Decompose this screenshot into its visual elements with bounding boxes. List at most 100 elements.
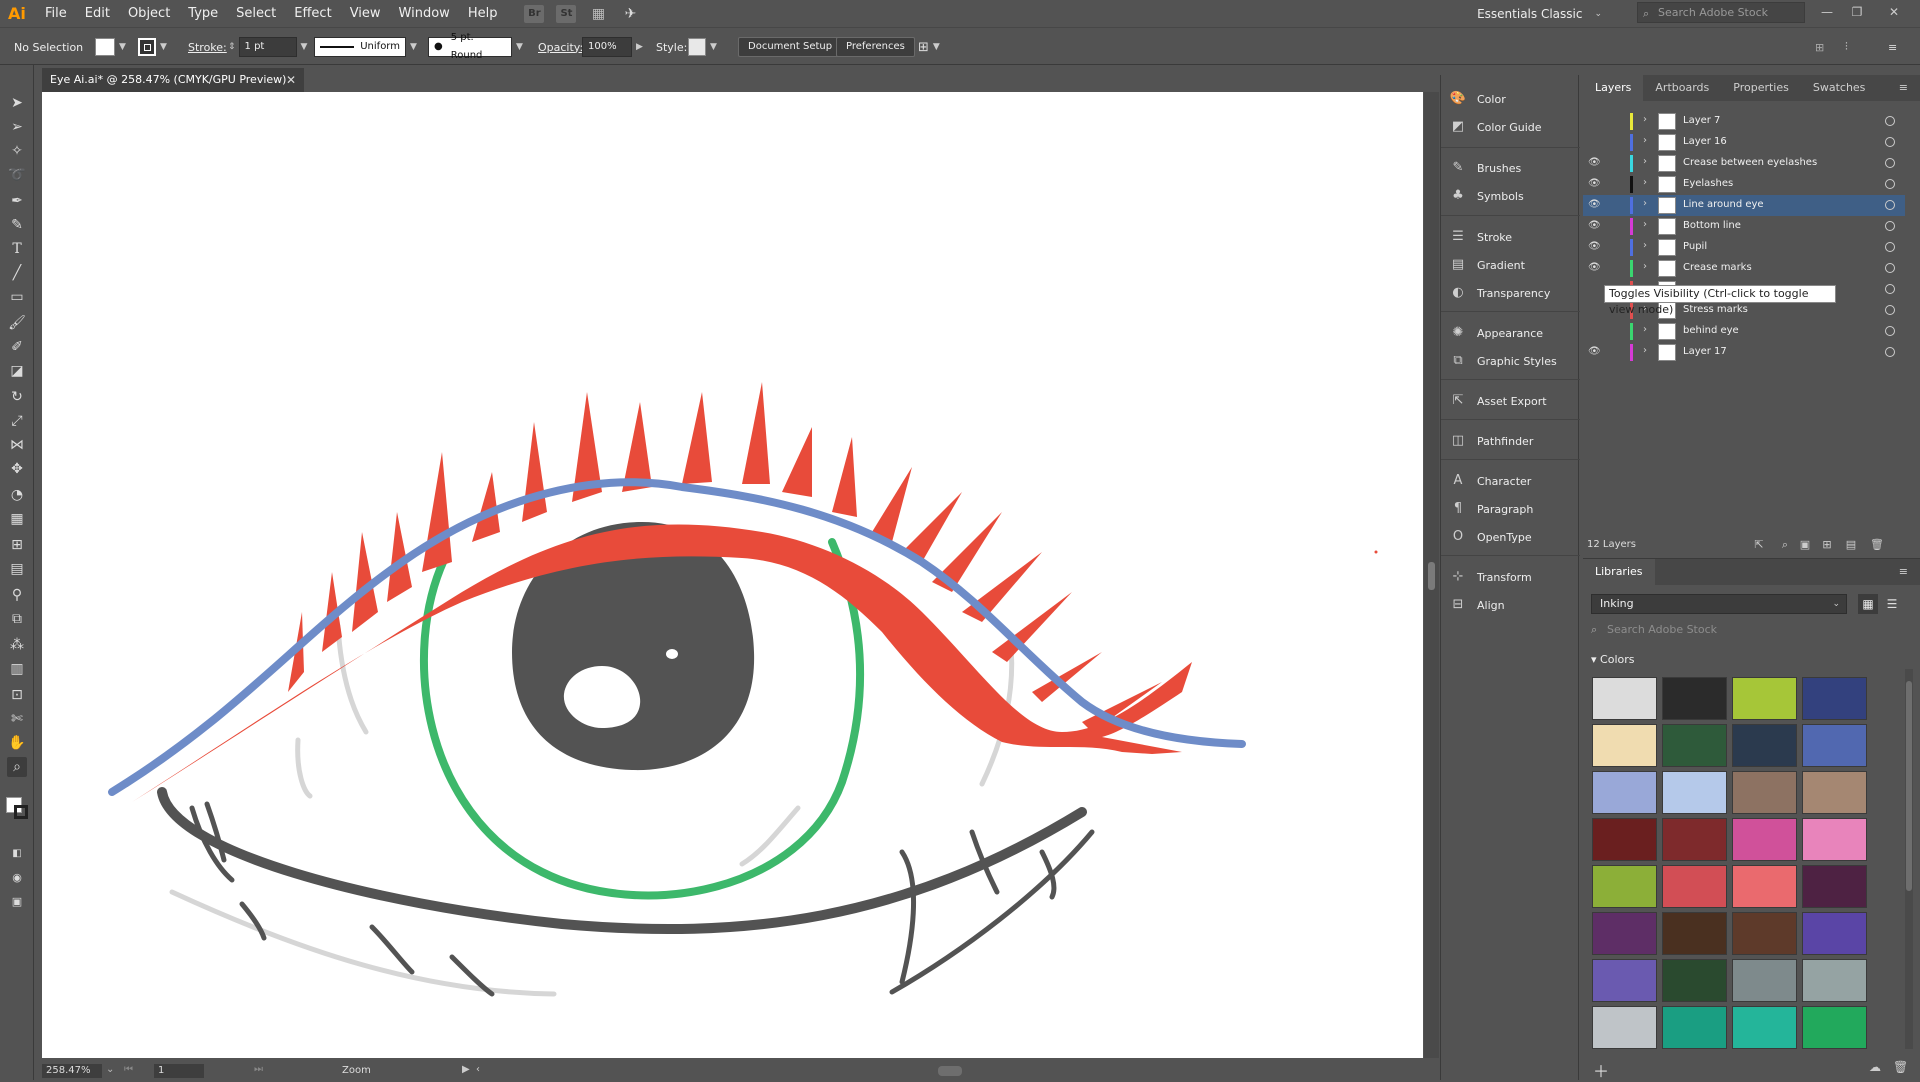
color-swatch[interactable]: [1662, 912, 1727, 955]
chevron-down-icon[interactable]: ⌄: [106, 1064, 114, 1075]
dock-asset-export[interactable]: ⇱ Asset Export: [1449, 389, 1574, 413]
menu-type[interactable]: Type: [179, 6, 227, 21]
slice-tool-icon[interactable]: ✄: [7, 709, 27, 729]
zoom-level[interactable]: 258.47%: [42, 1064, 102, 1078]
layer-row[interactable]: 👁 › Crease between eyelashes: [1583, 153, 1905, 174]
color-swatch[interactable]: [1592, 1006, 1657, 1049]
layer-row[interactable]: 👁 › Bottom line: [1583, 216, 1905, 237]
dock-transparency[interactable]: ◐ Transparency: [1449, 281, 1574, 305]
visibility-eye-icon[interactable]: 👁: [1588, 220, 1602, 231]
stroke-weight-field[interactable]: ⇕ 1 pt ▼: [228, 37, 307, 57]
tab-layers[interactable]: Layers: [1583, 75, 1644, 101]
dock-color[interactable]: 🎨 Color: [1449, 87, 1574, 111]
pen-tool-icon[interactable]: ✒: [7, 191, 27, 211]
expand-arrow-icon[interactable]: ›: [1643, 219, 1647, 230]
target-icon[interactable]: [1885, 158, 1895, 168]
line-tool-icon[interactable]: ╱: [7, 263, 27, 283]
scroll-thumb[interactable]: [1428, 562, 1435, 590]
panel-menu-icon[interactable]: ⫶: [1845, 37, 1848, 57]
color-swatch[interactable]: [1732, 771, 1797, 814]
visibility-eye-icon[interactable]: 👁: [1588, 157, 1602, 168]
dock-stroke[interactable]: ☰ Stroke: [1449, 225, 1574, 249]
color-swatch[interactable]: [1592, 959, 1657, 1002]
lasso-tool-icon[interactable]: ➰: [7, 165, 27, 185]
dock-appearance[interactable]: ✺ Appearance: [1449, 321, 1574, 345]
expand-arrow-icon[interactable]: ›: [1643, 324, 1647, 335]
color-swatch[interactable]: [1592, 677, 1657, 720]
color-swatch[interactable]: [1802, 912, 1867, 955]
menu-object[interactable]: Object: [119, 6, 179, 21]
menu-window[interactable]: Window: [390, 6, 459, 21]
expand-arrow-icon[interactable]: ›: [1643, 135, 1647, 146]
layer-name[interactable]: Bottom line: [1683, 220, 1741, 231]
library-search-input[interactable]: ⌕ Search Adobe Stock: [1591, 621, 1909, 639]
menu-effect[interactable]: Effect: [285, 6, 340, 21]
library-select[interactable]: Inking ⌄: [1591, 594, 1847, 614]
last-artboard-icon[interactable]: ⏭: [254, 1064, 263, 1075]
shape-builder-tool-icon[interactable]: ◔: [7, 485, 27, 505]
panel-menu-icon[interactable]: ≡: [1887, 75, 1920, 101]
color-swatch[interactable]: [1732, 1006, 1797, 1049]
eraser-tool-icon[interactable]: ◪: [7, 361, 27, 381]
perspective-grid-tool-icon[interactable]: ▦: [7, 509, 27, 529]
target-icon[interactable]: [1885, 179, 1895, 189]
color-swatch[interactable]: [1802, 1006, 1867, 1049]
chevron-left-icon[interactable]: ‹: [476, 1064, 480, 1075]
menu-view[interactable]: View: [341, 6, 390, 21]
color-swatch[interactable]: [1662, 959, 1727, 1002]
cloud-sync-icon[interactable]: ☁: [1869, 1060, 1881, 1074]
menu-edit[interactable]: Edit: [76, 6, 119, 21]
grid-view-icon[interactable]: ▦: [1858, 594, 1878, 614]
layer-row[interactable]: 👁 › Pupil: [1583, 237, 1905, 258]
preferences-button[interactable]: Preferences: [836, 37, 915, 57]
layer-name[interactable]: Stress marks: [1683, 304, 1748, 315]
layer-row[interactable]: 👁 › Eyelashes: [1583, 174, 1905, 195]
align-options-icon[interactable]: ⊞ ▼: [918, 37, 940, 57]
color-swatch[interactable]: [1802, 959, 1867, 1002]
visibility-eye-icon[interactable]: 👁: [1588, 262, 1602, 273]
color-swatch[interactable]: [1802, 865, 1867, 908]
stepper-icon[interactable]: ⇕: [228, 42, 236, 52]
chevron-right-icon[interactable]: ▶: [462, 1064, 470, 1075]
layer-row[interactable]: 👁 › Line around eye: [1583, 195, 1905, 216]
color-swatch[interactable]: [1662, 724, 1727, 767]
opacity-field[interactable]: 100% ▶: [582, 37, 643, 57]
variable-width-profile[interactable]: Uniform ▼: [314, 37, 417, 57]
dock-character[interactable]: A Character: [1449, 469, 1574, 493]
layer-name[interactable]: Layer 16: [1683, 136, 1727, 147]
dock-pathfinder[interactable]: ◫ Pathfinder: [1449, 429, 1574, 453]
color-swatch[interactable]: [1662, 865, 1727, 908]
layer-name[interactable]: Crease marks: [1683, 262, 1752, 273]
arrange-documents-icon[interactable]: ▦: [588, 5, 608, 23]
layer-row[interactable]: 👁 › Crease marks: [1583, 258, 1905, 279]
layer-name[interactable]: Line around eye: [1683, 199, 1764, 210]
menu-file[interactable]: File: [36, 6, 76, 21]
layer-name[interactable]: Layer 7: [1683, 115, 1720, 126]
layer-name[interactable]: Layer 17: [1683, 346, 1727, 357]
restore-button[interactable]: ❐: [1845, 2, 1869, 22]
fill-swatch[interactable]: ▼: [95, 37, 126, 57]
gpu-performance-icon[interactable]: ✈: [620, 5, 640, 23]
target-icon[interactable]: [1885, 137, 1895, 147]
first-artboard-icon[interactable]: ⏮: [124, 1064, 133, 1075]
width-tool-icon[interactable]: ⋈: [7, 435, 27, 455]
dock-symbols[interactable]: ♣ Symbols: [1449, 184, 1574, 208]
gradient-tool-icon[interactable]: ▤: [7, 559, 27, 579]
type-tool-icon[interactable]: T: [7, 239, 27, 259]
color-swatch[interactable]: [1732, 677, 1797, 720]
tab-libraries[interactable]: Libraries: [1583, 559, 1655, 585]
visibility-eye-icon[interactable]: 👁: [1588, 199, 1602, 210]
color-swatch[interactable]: [1592, 724, 1657, 767]
horizontal-scroll-thumb[interactable]: [938, 1066, 962, 1076]
artboard-canvas[interactable]: [42, 92, 1423, 1058]
scale-tool-icon[interactable]: ⤢: [7, 411, 27, 431]
rotate-tool-icon[interactable]: ↻: [7, 387, 27, 407]
tab-artboards[interactable]: Artboards: [1643, 75, 1721, 101]
mesh-tool-icon[interactable]: ⊞: [7, 535, 27, 555]
rectangle-tool-icon[interactable]: ▭: [7, 287, 27, 307]
stroke-swatch[interactable]: ▼: [138, 37, 167, 57]
opacity-label[interactable]: Opacity:: [538, 37, 583, 57]
visibility-eye-icon[interactable]: 👁: [1588, 178, 1602, 189]
bridge-button[interactable]: Br: [524, 4, 545, 23]
visibility-eye-icon[interactable]: 👁: [1588, 346, 1602, 357]
